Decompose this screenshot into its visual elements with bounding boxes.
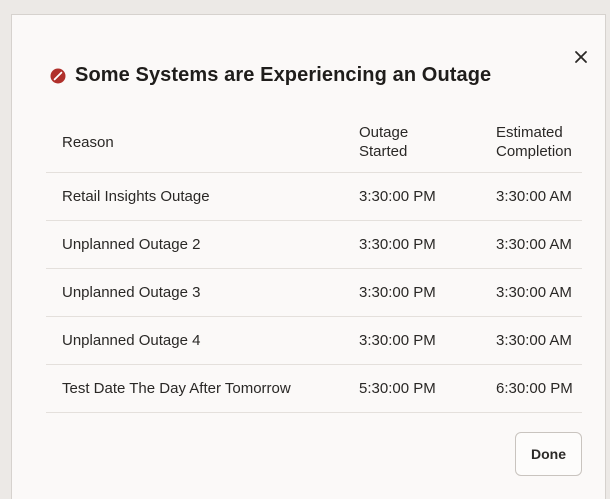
outage-started-cell: 3:30:00 PM — [343, 316, 480, 365]
reason-cell: Unplanned Outage 2 — [46, 220, 343, 269]
close-icon — [575, 51, 587, 63]
outage-started-cell: 5:30:00 PM — [343, 364, 480, 413]
outage-started-cell: 3:30:00 PM — [343, 220, 480, 269]
column-header-outage-started: Outage Started — [343, 112, 480, 173]
table-row: Retail Insights Outage 3:30:00 PM 3:30:0… — [46, 172, 582, 221]
table-row: Test Date The Day After Tomorrow 5:30:00… — [46, 364, 582, 413]
table-header-row: Reason Outage Started Estimated Completi… — [46, 112, 582, 173]
table-row: Unplanned Outage 4 3:30:00 PM 3:30:00 AM — [46, 316, 582, 365]
table-row: Unplanned Outage 2 3:30:00 PM 3:30:00 AM — [46, 220, 582, 269]
dialog-title: Some Systems are Experiencing an Outage — [75, 64, 492, 86]
error-circle-icon — [50, 68, 66, 83]
reason-cell: Unplanned Outage 3 — [46, 268, 343, 317]
outage-started-cell: 3:30:00 PM — [343, 172, 480, 221]
reason-cell: Unplanned Outage 4 — [46, 316, 343, 365]
outage-dialog: Some Systems are Experiencing an Outage … — [11, 14, 606, 499]
estimated-completion-cell: 3:30:00 AM — [480, 268, 582, 317]
reason-cell: Test Date The Day After Tomorrow — [46, 364, 343, 413]
estimated-completion-cell: 3:30:00 AM — [480, 316, 582, 365]
estimated-completion-cell: 3:30:00 AM — [480, 220, 582, 269]
column-header-reason: Reason — [46, 112, 343, 173]
estimated-completion-cell: 3:30:00 AM — [480, 172, 582, 221]
done-button[interactable]: Done — [515, 432, 582, 476]
column-header-estimated-completion: Estimated Completion — [480, 112, 582, 173]
estimated-completion-cell: 6:30:00 PM — [480, 364, 582, 413]
dialog-header: Some Systems are Experiencing an Outage — [50, 64, 491, 87]
close-button[interactable] — [571, 47, 591, 67]
outage-table: Reason Outage Started Estimated Completi… — [46, 112, 582, 413]
reason-cell: Retail Insights Outage — [46, 172, 343, 221]
outage-started-cell: 3:30:00 PM — [343, 268, 480, 317]
table-row: Unplanned Outage 3 3:30:00 PM 3:30:00 AM — [46, 268, 582, 317]
